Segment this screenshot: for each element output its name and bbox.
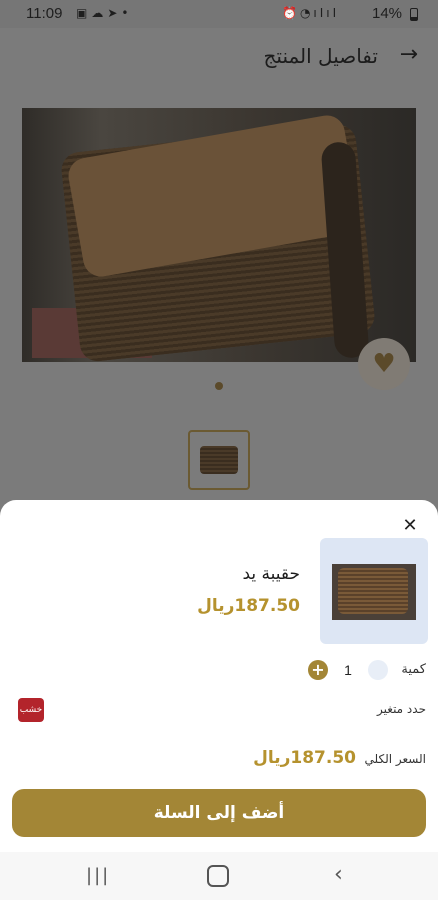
notification-icons: ▣☁➤• (76, 6, 133, 20)
product-name: حقيبة يد (242, 564, 300, 584)
heart-icon: ♥ (372, 349, 396, 379)
minus-icon[interactable] (368, 660, 388, 680)
gallery-thumbnail[interactable] (188, 430, 250, 490)
home-icon[interactable] (207, 865, 229, 887)
thumbnail-image (200, 446, 238, 474)
status-bar: 11:09 ▣☁➤• ⏰◔ıIıI 14% (0, 0, 438, 28)
battery-icon (410, 8, 418, 21)
variant-label: حدد متغير (377, 702, 426, 716)
variant-option-chip[interactable]: خشب (18, 698, 44, 722)
gallery-dot-indicator (215, 382, 223, 390)
back-arrow-icon[interactable]: → (400, 42, 418, 67)
recents-icon[interactable]: ||| (86, 865, 110, 886)
quantity-label: كمية (401, 662, 426, 677)
system-nav-bar: ||| ‹ (0, 852, 438, 900)
sheet-product-thumbnail (320, 538, 428, 644)
total-price-label: السعر الكلي (364, 752, 426, 766)
battery-percent: 14% (372, 5, 403, 22)
signal-icons: ⏰◔ıIıI (282, 6, 340, 20)
product-price: 187.50ريال (197, 596, 300, 616)
close-icon[interactable]: ✕ (398, 514, 422, 538)
add-to-cart-sheet: ✕ حقيبة يد 187.50ريال كمية 1 + حدد متغير… (0, 500, 438, 852)
product-image[interactable] (22, 108, 416, 362)
page-title: تفاصيل المنتج (263, 44, 379, 68)
add-to-cart-button[interactable]: أضف إلى السلة (12, 789, 426, 837)
status-time: 11:09 (26, 5, 63, 22)
chevron-left-icon[interactable]: ‹ (334, 862, 343, 887)
app-header: → تفاصيل المنتج (0, 28, 438, 90)
plus-icon[interactable]: + (308, 660, 328, 680)
thumbnail-bag (338, 568, 408, 614)
favorite-button[interactable]: ♥ (358, 338, 410, 390)
quantity-value: 1 (344, 662, 352, 678)
product-gallery: ♥ (0, 96, 438, 418)
total-price-value: 187.50ريال (253, 748, 356, 768)
